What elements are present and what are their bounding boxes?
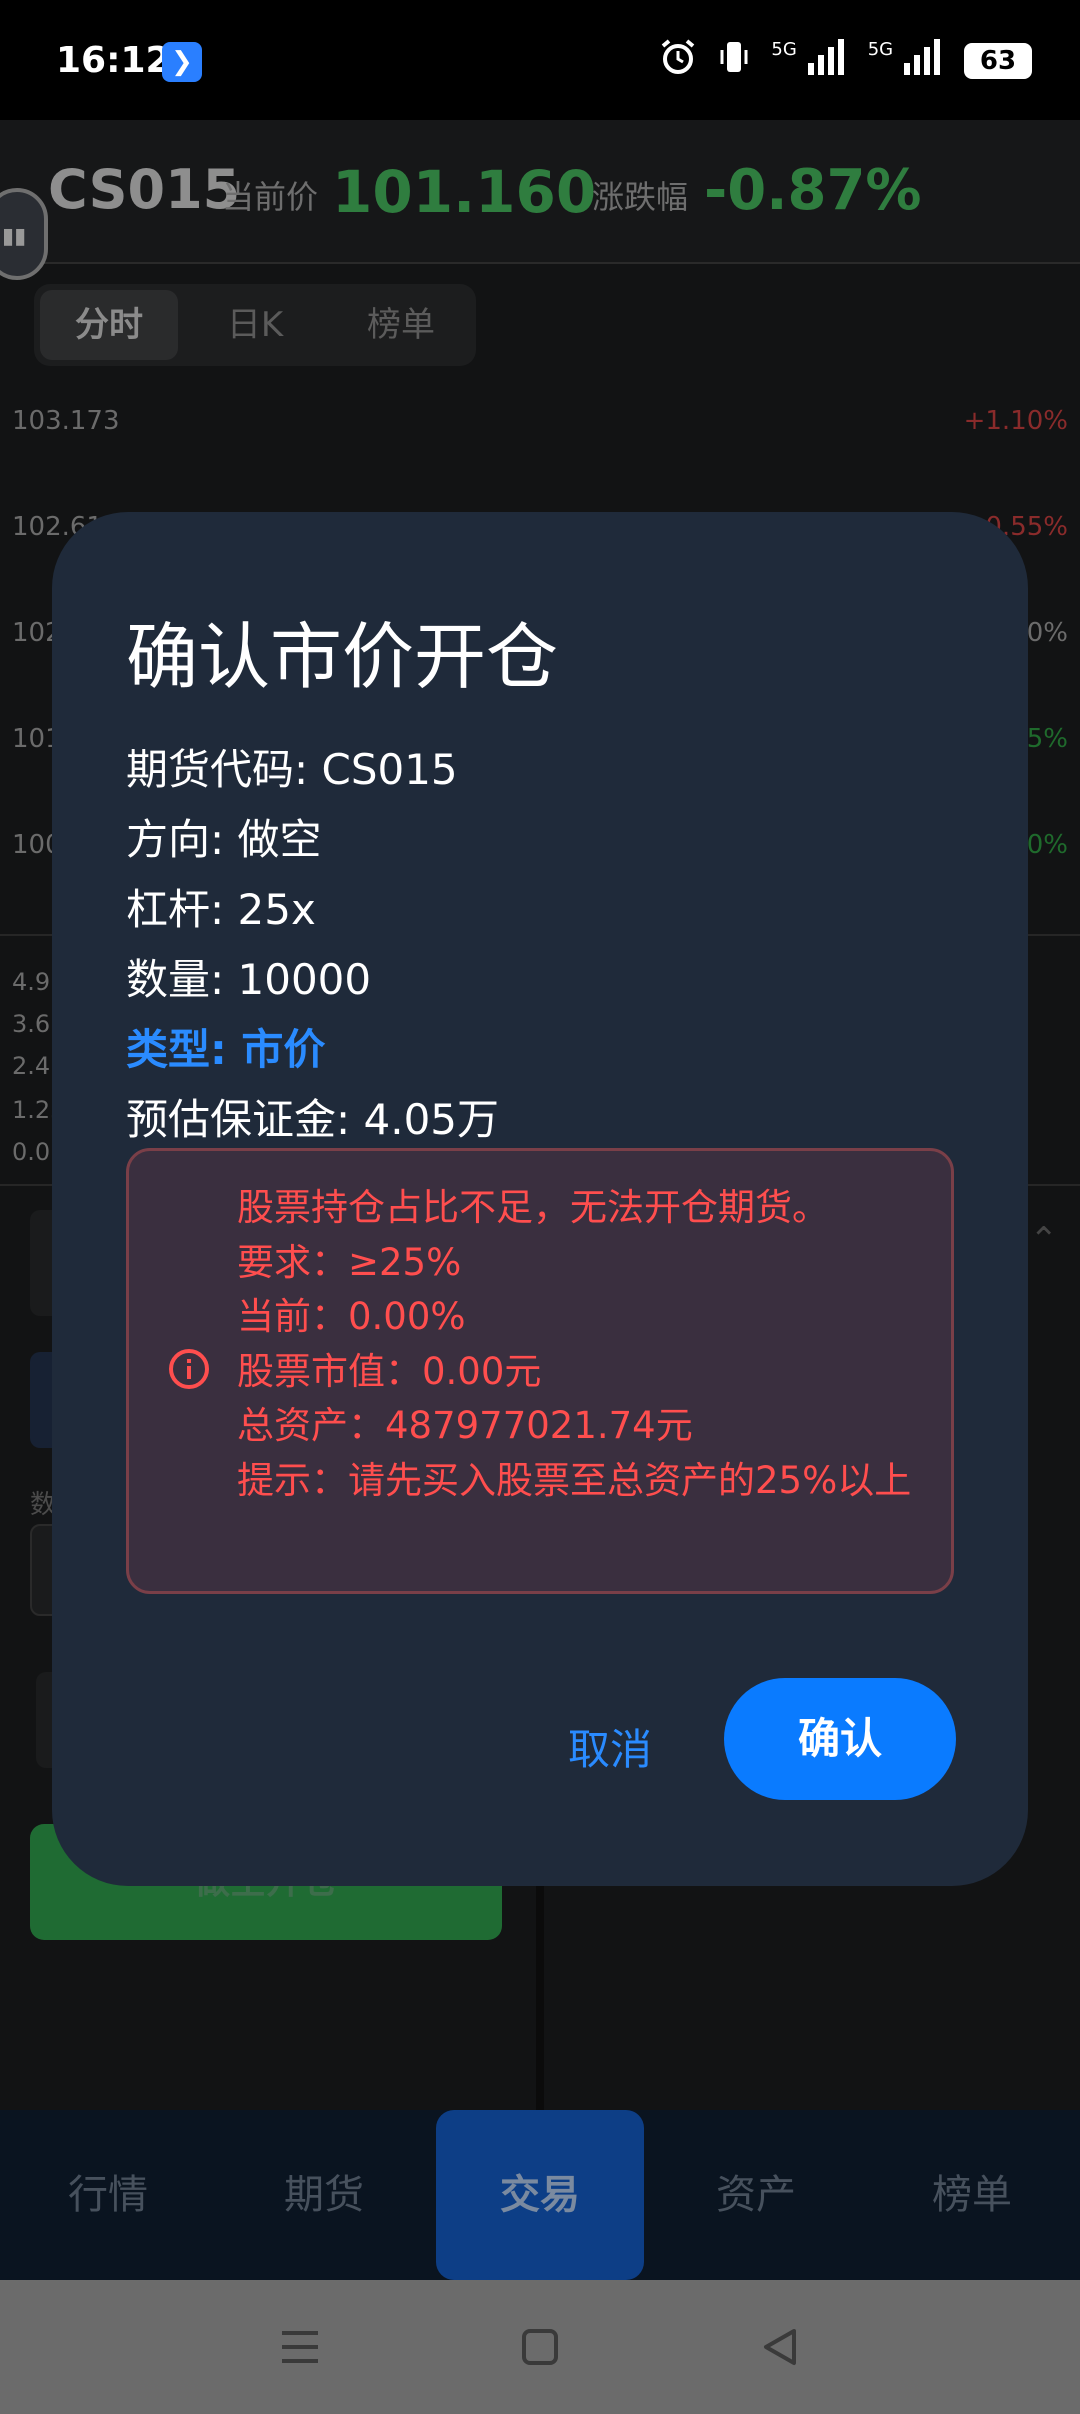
warning-line: 股票市值：0.00元 — [237, 1349, 542, 1393]
back-icon[interactable] — [740, 2307, 820, 2387]
nav-market[interactable]: 行情 — [0, 2110, 216, 2280]
app-notification-icon: ❯ — [162, 42, 202, 82]
change-label: 涨跌幅 — [592, 178, 689, 216]
signal-5g-icon-2: 5G — [868, 39, 942, 82]
order-type: 类型: 市价 — [126, 1025, 326, 1074]
menu-icon[interactable] — [260, 2307, 340, 2387]
tab-intraday[interactable]: 分时 — [40, 290, 178, 360]
warning-line: 要求：≥25% — [237, 1240, 462, 1284]
leverage: 杠杆: 25x — [126, 885, 316, 934]
dialog-title: 确认市价开仓 — [126, 615, 559, 699]
vibrate-icon — [719, 38, 749, 83]
pct-axis-label: +1.10% — [963, 406, 1068, 436]
price-label: 当前价 — [222, 178, 319, 216]
system-nav-bar — [0, 2280, 1080, 2414]
pct-axis-label: 0% — [1026, 618, 1068, 648]
confirm-button[interactable]: 确认 — [724, 1678, 956, 1800]
alarm-icon — [659, 38, 697, 83]
warning-line: 当前：0.00% — [237, 1295, 466, 1338]
home-icon[interactable] — [500, 2307, 580, 2387]
status-time: 16:12 — [56, 40, 171, 81]
confirm-open-dialog: 确认市价开仓 期货代码: CS015 方向: 做空 杠杆: 25x 数量: 10… — [52, 512, 1028, 1886]
direction: 方向: 做空 — [126, 815, 322, 864]
nav-ranking[interactable]: 榜单 — [864, 2110, 1080, 2280]
volume-axis-label: 2.4 — [12, 1052, 51, 1080]
tab-ranking[interactable]: 榜单 — [332, 290, 470, 360]
change-percent: -0.87% — [704, 158, 922, 223]
chart-tabs: 分时 日K 榜单 — [34, 284, 476, 366]
volume-axis-label: 3.6 — [12, 1010, 51, 1038]
warning-line: 总资产：487977021.74元 — [237, 1404, 693, 1447]
signal-5g-icon: 5G — [771, 39, 845, 82]
tab-daily-k[interactable]: 日K — [186, 290, 324, 360]
warning-text: 股票持仓占比不足，无法开仓期货。 要求：≥25% 当前：0.00% 股票市值：0… — [237, 1181, 927, 1508]
nav-assets[interactable]: 资产 — [648, 2110, 864, 2280]
estimated-margin: 预估保证金: 4.05万 — [126, 1095, 500, 1144]
pct-axis-label: 5% — [1026, 724, 1068, 754]
volume-axis-label: 4.9 — [12, 968, 51, 996]
cancel-button[interactable]: 取消 — [568, 1716, 652, 1777]
status-icons: 5G 5G 63 — [659, 38, 1032, 83]
floating-assistant-icon[interactable]: ▮▮ — [0, 188, 48, 280]
battery-icon: 63 — [964, 42, 1032, 79]
nav-trade[interactable]: 交易 — [432, 2110, 648, 2280]
price-axis-label: 103.173 — [12, 406, 120, 436]
quantity: 数量: 10000 — [126, 955, 372, 1004]
warning-line: 股票持仓占比不足，无法开仓期货。 — [237, 1186, 829, 1229]
pct-axis-label: 0% — [1026, 830, 1068, 860]
info-icon — [169, 1349, 209, 1389]
ticker-code: CS015 — [48, 158, 241, 221]
status-bar: 16:12 ❯ 5G 5G 63 — [0, 0, 1080, 120]
warning-line: 提示：请先买入股票至总资产的25%以上 — [237, 1458, 912, 1502]
ticker-header: CS015 当前价 101.160 涨跌幅 -0.87% — [0, 120, 1080, 264]
volume-axis-label: 0.0 — [12, 1138, 51, 1166]
futures-code: 期货代码: CS015 — [126, 745, 458, 794]
chevron-up-icon[interactable]: ⌃ — [1030, 1220, 1059, 1260]
bottom-nav: 行情 期货 交易 资产 榜单 — [0, 2110, 1080, 2280]
current-price: 101.160 — [332, 158, 597, 226]
warning-box: 股票持仓占比不足，无法开仓期货。 要求：≥25% 当前：0.00% 股票市值：0… — [126, 1148, 954, 1594]
nav-futures[interactable]: 期货 — [216, 2110, 432, 2280]
